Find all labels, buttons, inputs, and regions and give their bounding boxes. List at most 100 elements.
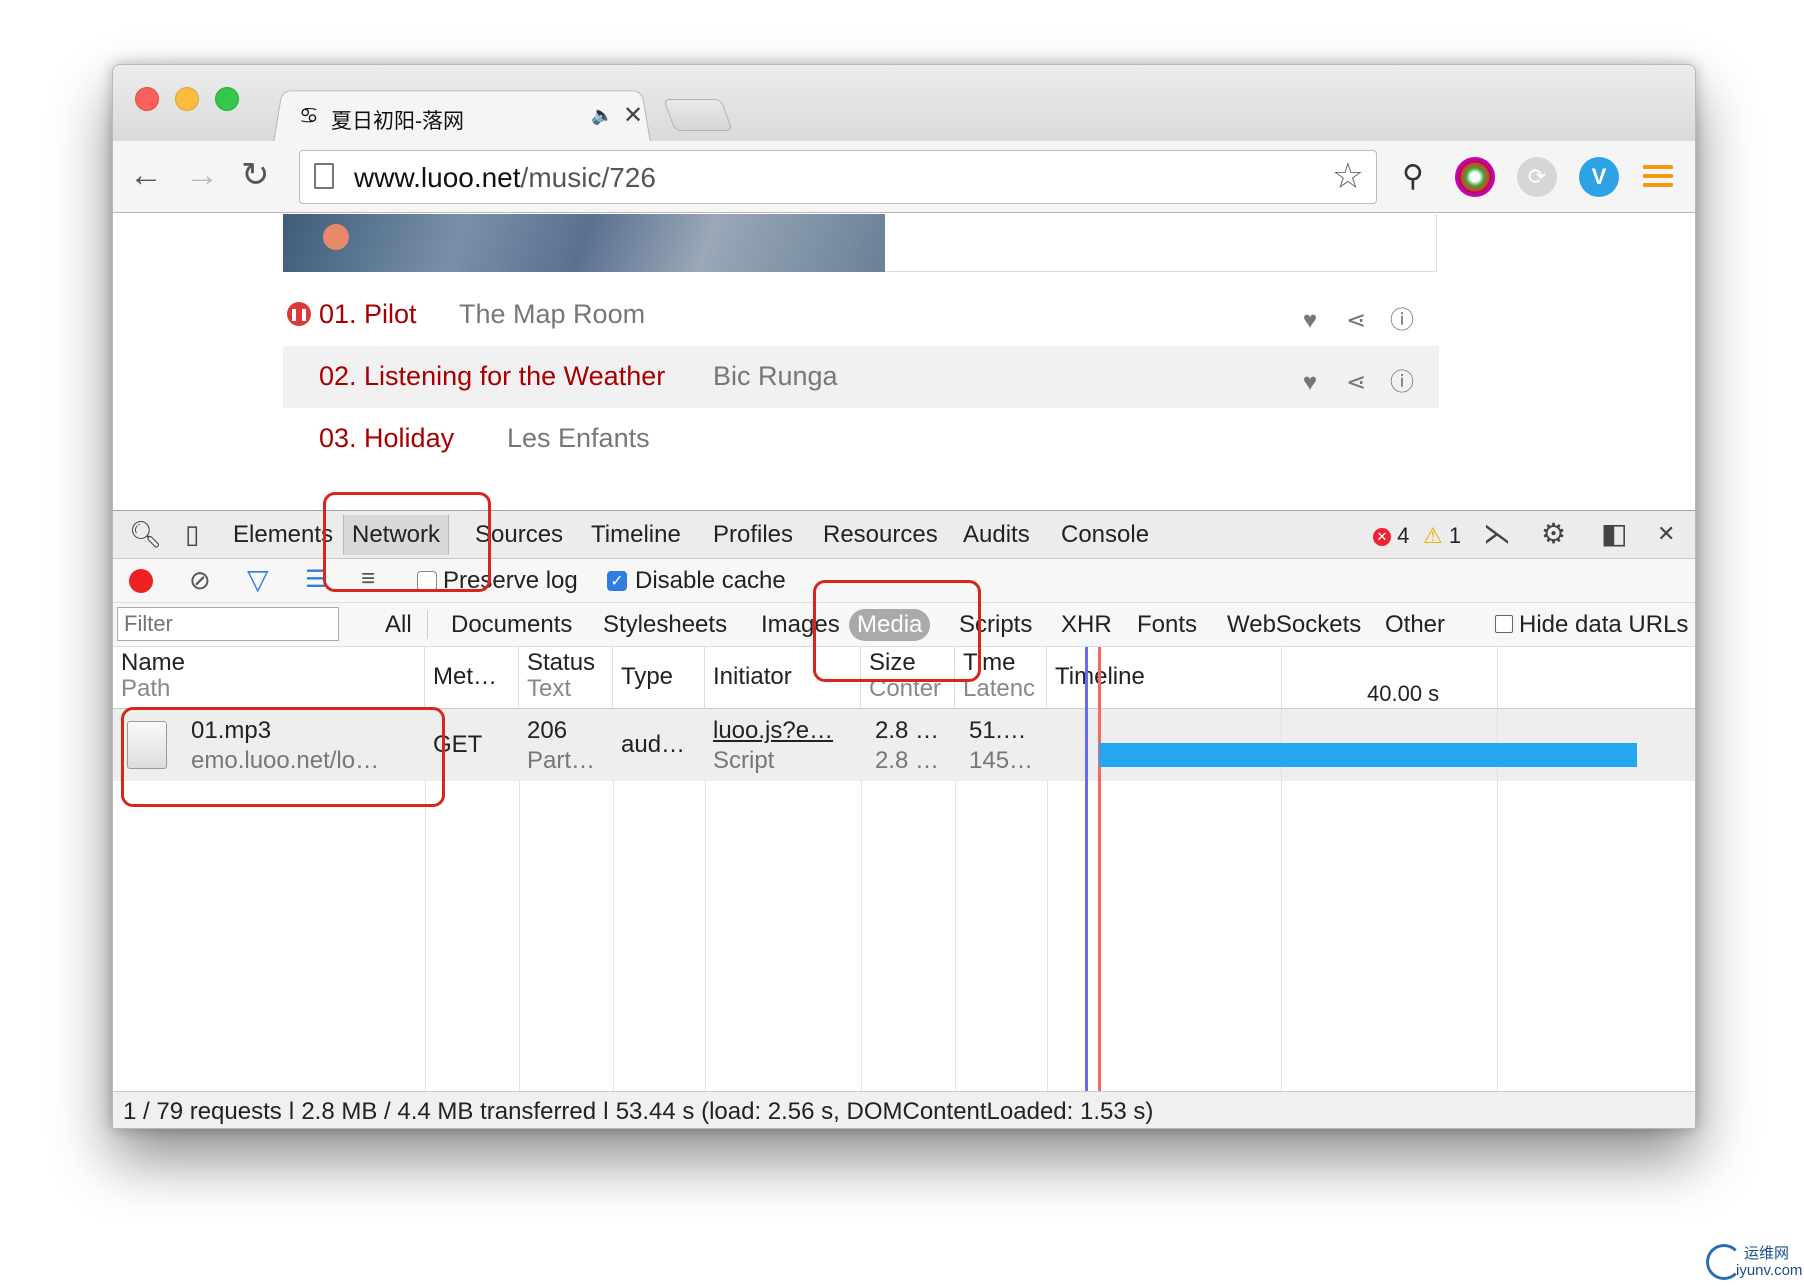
- web-page: ❚❚ 01. Pilot The Map Room ♥ ⋖ ⓘ 02. Listen…: [113, 214, 1695, 510]
- gear-icon[interactable]: ⚙: [1541, 517, 1566, 550]
- new-tab-button[interactable]: [663, 99, 733, 131]
- error-counter[interactable]: ✕ 4: [1373, 523, 1409, 549]
- column-path-label: Path: [121, 675, 171, 702]
- watermark-cn: 运维网: [1744, 1245, 1790, 1262]
- clear-icon[interactable]: ⊘: [189, 565, 211, 596]
- annotation-request-row: [121, 707, 445, 807]
- watermark: 运维网 iyunv.com: [1706, 1242, 1802, 1282]
- tab-resources[interactable]: Resources: [823, 521, 938, 549]
- column-divider: [519, 781, 520, 1091]
- column-method[interactable]: Met…: [425, 647, 519, 709]
- tab-close-icon[interactable]: ✕: [623, 101, 643, 130]
- song-actions: ♥ ⋖ ⓘ: [1287, 362, 1425, 397]
- disable-cache-label: Disable cache: [635, 567, 786, 594]
- type-fonts[interactable]: Fonts: [1129, 609, 1205, 641]
- share-icon[interactable]: ⋖: [1333, 368, 1379, 397]
- request-time: 51.…: [969, 717, 1027, 744]
- cell-status: 206 Part…: [519, 709, 613, 781]
- close-devtools-icon[interactable]: ✕: [1657, 521, 1675, 547]
- timeline-gridline: [1281, 781, 1282, 1091]
- annotation-network-tab: [323, 492, 491, 592]
- song-actions: ♥ ⋖ ⓘ: [1287, 300, 1425, 335]
- inspect-search-icon[interactable]: 🔍︎: [129, 519, 162, 550]
- tab-elements[interactable]: Elements: [233, 521, 333, 549]
- close-window-button[interactable]: [135, 87, 159, 111]
- back-arrow-icon[interactable]: ←: [129, 155, 163, 195]
- bookmark-star-icon[interactable]: ☆: [1332, 155, 1364, 197]
- summary-text: 1 / 79 requests ǀ 2.8 MB / 4.4 MB transf…: [123, 1098, 1154, 1125]
- v-icon[interactable]: V: [1579, 157, 1619, 197]
- song-row[interactable]: 02. Listening for the Weather Bic Runga …: [283, 346, 1439, 408]
- initiator-link[interactable]: luoo.js?e…: [713, 717, 833, 745]
- tab-profiles[interactable]: Profiles: [713, 521, 793, 549]
- speaker-icon[interactable]: 🔈: [591, 105, 613, 126]
- column-initiator-label: Initiator: [713, 663, 792, 690]
- heart-icon[interactable]: ♥: [1287, 369, 1333, 397]
- menu-icon[interactable]: [1643, 165, 1673, 189]
- filter-input[interactable]: [117, 607, 339, 641]
- hide-data-urls-checkbox[interactable]: [1495, 615, 1513, 633]
- type-websockets[interactable]: WebSockets: [1219, 609, 1369, 641]
- request-latency: 145…: [969, 747, 1034, 774]
- disable-cache-checkbox[interactable]: ✓: [607, 571, 627, 591]
- error-icon: ✕: [1373, 528, 1391, 546]
- color-picker-icon[interactable]: [1455, 157, 1495, 197]
- url-path: /music/726: [520, 162, 656, 193]
- song-row[interactable]: 03. Holiday Les Enfants: [283, 408, 1439, 470]
- column-name-label: Name: [121, 649, 186, 676]
- heart-icon[interactable]: ♥: [1287, 307, 1333, 335]
- hide-data-urls-label: Hide data URLs: [1519, 611, 1689, 638]
- request-timing-bar[interactable]: [1099, 743, 1637, 767]
- info-icon[interactable]: ⓘ: [1379, 300, 1425, 335]
- song-artist: Les Enfants: [507, 423, 650, 453]
- forward-arrow-icon[interactable]: →: [185, 155, 219, 195]
- column-divider: [955, 781, 956, 1091]
- dock-side-icon[interactable]: ◧: [1601, 517, 1627, 550]
- pause-icon[interactable]: ❚❚: [287, 302, 311, 326]
- record-button[interactable]: [129, 569, 153, 593]
- address-bar[interactable]: www.luoo.net/music/726 ☆: [299, 150, 1377, 204]
- zoom-window-button[interactable]: [215, 87, 239, 111]
- minimize-window-button[interactable]: [175, 87, 199, 111]
- cell-initiator: luoo.js?e… Script: [705, 709, 861, 781]
- type-other[interactable]: Other: [1377, 609, 1453, 641]
- column-status[interactable]: Status Text: [519, 647, 613, 709]
- player-card: [885, 214, 1437, 272]
- song-title[interactable]: 01. Pilot: [319, 299, 417, 330]
- reload-icon[interactable]: ↻: [241, 155, 270, 195]
- console-drawer-icon[interactable]: ⋋: [1483, 517, 1511, 550]
- warning-counter[interactable]: ⚠ 1: [1423, 523, 1461, 549]
- sync-icon[interactable]: ⟳: [1517, 157, 1557, 197]
- tab-console[interactable]: Console: [1061, 521, 1149, 549]
- song-row[interactable]: ❚❚ 01. Pilot The Map Room ♥ ⋖ ⓘ: [283, 284, 1439, 346]
- cell-time: 51.… 145…: [955, 709, 1047, 781]
- column-name[interactable]: Name Path: [113, 647, 425, 709]
- browser-toolbar: ← → ↻ www.luoo.net/music/726 ☆ ⚲ ⟳ V: [113, 141, 1695, 213]
- filter-icon[interactable]: ▽: [247, 563, 269, 596]
- type-stylesheets[interactable]: Stylesheets: [595, 609, 735, 641]
- title-bar: ♋ 夏日初阳-落网 🔈 ✕: [113, 65, 1695, 143]
- type-documents[interactable]: Documents: [443, 609, 580, 641]
- tab-timeline[interactable]: Timeline: [591, 521, 681, 549]
- share-icon[interactable]: ⋖: [1333, 306, 1379, 335]
- column-divider: [425, 781, 426, 1091]
- request-type: aud…: [621, 731, 686, 758]
- type-all[interactable]: All: [377, 609, 420, 641]
- song-title[interactable]: 03. Holiday: [319, 423, 454, 454]
- warning-icon: ⚠: [1423, 523, 1443, 548]
- device-mode-icon[interactable]: ▯: [185, 519, 199, 550]
- timeline-scale-label: 40.00 s: [1367, 681, 1440, 706]
- tab-audits[interactable]: Audits: [963, 521, 1030, 549]
- column-type[interactable]: Type: [613, 647, 705, 709]
- page-icon: [314, 163, 334, 189]
- browser-window: ♋ 夏日初阳-落网 🔈 ✕ ← → ↻ www.luoo.net/music/7…: [112, 64, 1696, 1129]
- swallow-favicon-icon: ♋: [299, 103, 319, 128]
- lamp-icon[interactable]: ⚲: [1393, 157, 1433, 197]
- info-icon[interactable]: ⓘ: [1379, 362, 1425, 397]
- load-marker: [1098, 647, 1101, 1091]
- browser-tab-content[interactable]: ♋ 夏日初阳-落网 🔈 ✕: [291, 99, 643, 139]
- request-status: 206: [527, 717, 568, 744]
- song-title[interactable]: 02. Listening for the Weather: [319, 361, 665, 392]
- type-xhr[interactable]: XHR: [1053, 609, 1120, 641]
- url-text[interactable]: www.luoo.net/music/726: [354, 162, 656, 194]
